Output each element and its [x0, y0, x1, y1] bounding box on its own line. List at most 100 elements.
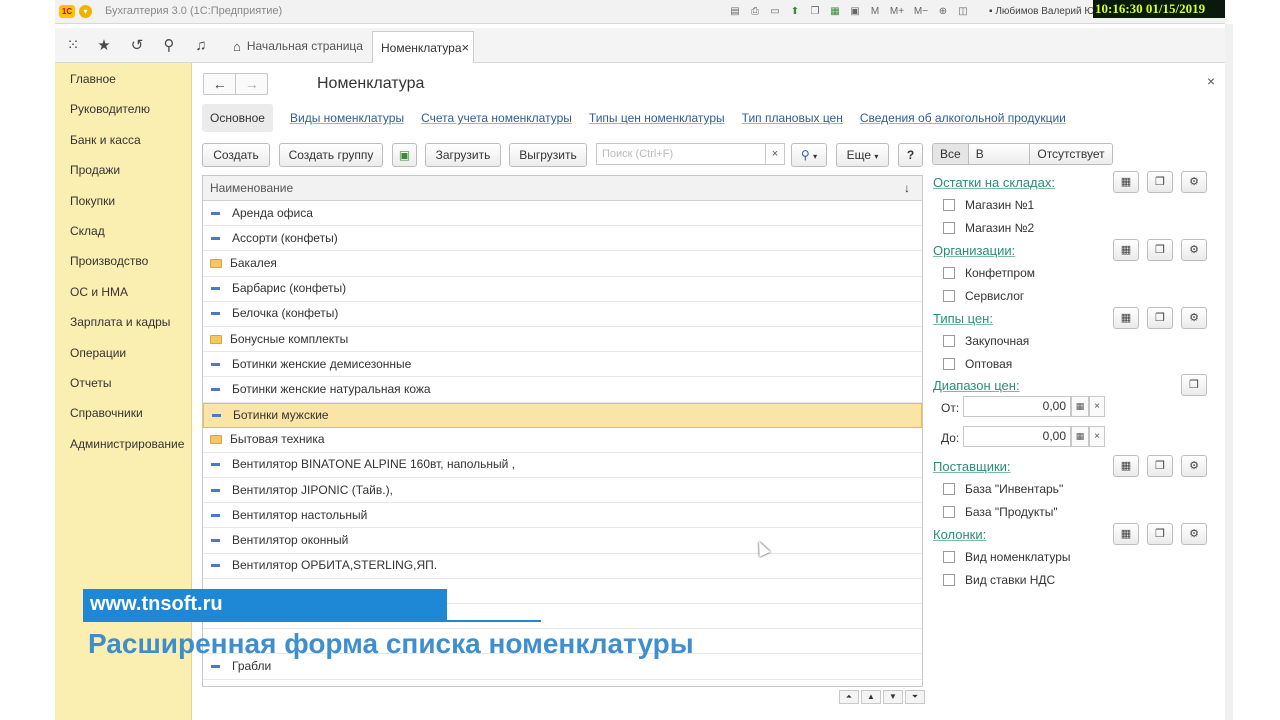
price-from-clear-icon[interactable]: ×: [1089, 396, 1105, 417]
link-plan-price-type[interactable]: Тип плановых цен: [742, 111, 843, 125]
orgs-copy-icon[interactable]: ❐: [1147, 239, 1173, 261]
back-arrow-icon[interactable]: ←: [204, 74, 235, 94]
sidebar-item-reports[interactable]: Отчеты: [55, 368, 191, 398]
search-options-button[interactable]: ⚲ ▾: [791, 143, 827, 167]
list-item[interactable]: Вентилятор BINATONE ALPINE 160вт, наполь…: [203, 453, 922, 479]
scroll-top-icon[interactable]: ⏶: [839, 690, 859, 704]
list-item[interactable]: Ботинки женские демисезонные: [203, 352, 922, 378]
suppliers-title[interactable]: Поставщики:: [933, 459, 1011, 474]
stock-option-1-checkbox[interactable]: [943, 199, 955, 211]
save-icon[interactable]: ▤: [727, 4, 743, 20]
stock-settings-gear-icon[interactable]: ⚙: [1181, 171, 1207, 193]
orgs-settings-gear-icon[interactable]: ⚙: [1181, 239, 1207, 261]
list-item[interactable]: Вентилятор JIPONIC (Тайв.),: [203, 478, 922, 504]
apps-grid-icon[interactable]: ⁙: [63, 36, 83, 56]
filter-all-button[interactable]: Все: [933, 144, 968, 164]
unload-button[interactable]: Выгрузить: [509, 143, 587, 167]
stock-select-icon[interactable]: ▦: [1113, 171, 1139, 193]
zoom-icon[interactable]: ⊕: [935, 4, 951, 20]
supplier-1-checkbox[interactable]: [943, 483, 955, 495]
list-item[interactable]: Вентилятор настольный: [203, 503, 922, 529]
supplier-2-checkbox[interactable]: [943, 506, 955, 518]
list-item[interactable]: Ассорти (конфеты): [203, 226, 922, 252]
list-item[interactable]: Бытовая техника: [203, 428, 922, 453]
notifications-bell-icon[interactable]: ♫: [191, 36, 211, 56]
sidebar-item-catalogs[interactable]: Справочники: [55, 398, 191, 428]
orgs-title[interactable]: Организации:: [933, 243, 1015, 258]
price-to-calc-icon[interactable]: ▦: [1071, 426, 1089, 447]
filter-available-button[interactable]: В наличии: [967, 144, 1030, 164]
sidebar-item-operations[interactable]: Операции: [55, 338, 191, 368]
price-types-select-icon[interactable]: ▦: [1113, 307, 1139, 329]
memory-button[interactable]: M: [867, 4, 883, 20]
tab-close-icon[interactable]: ×: [462, 40, 470, 55]
link-main[interactable]: Основное: [202, 104, 273, 132]
list-item[interactable]: Вентилятор ОРБИТА,STERLING,ЯП.: [203, 554, 922, 579]
tab-nomenclature[interactable]: Номенклатура ×: [372, 31, 474, 63]
list-item[interactable]: Барбарис (конфеты): [203, 277, 922, 302]
suppliers-copy-icon[interactable]: ❐: [1147, 455, 1173, 477]
memory-plus-button[interactable]: M+: [887, 4, 907, 20]
price-to-field[interactable]: 0,00: [963, 426, 1071, 447]
print-icon[interactable]: ⎙: [747, 4, 763, 20]
stock-copy-icon[interactable]: ❐: [1147, 171, 1173, 193]
columns-copy-icon[interactable]: ❐: [1147, 523, 1173, 545]
link-price-types[interactable]: Типы цен номенклатуры: [589, 111, 725, 125]
list-item[interactable]: Аренда офиса: [203, 201, 922, 227]
price-to-clear-icon[interactable]: ×: [1089, 426, 1105, 447]
price-types-settings-gear-icon[interactable]: ⚙: [1181, 307, 1207, 329]
sidebar-item-purchases[interactable]: Покупки: [55, 186, 191, 216]
sidebar-item-assets[interactable]: ОС и НМА: [55, 277, 191, 307]
price-type-1-checkbox[interactable]: [943, 335, 955, 347]
current-user[interactable]: ▪ Любимов Валерий Ю: [989, 6, 1094, 17]
sidebar-item-warehouse[interactable]: Склад: [55, 216, 191, 246]
form-close-icon[interactable]: ×: [1207, 73, 1215, 89]
scroll-down-icon[interactable]: ▼: [883, 690, 903, 704]
sidebar-item-salary[interactable]: Зарплата и кадры: [55, 307, 191, 337]
column-header-name[interactable]: Наименование ↓: [203, 176, 922, 201]
memory-minus-button[interactable]: M−: [911, 4, 931, 20]
preview-icon[interactable]: ▭: [767, 4, 783, 20]
load-button[interactable]: Загрузить: [425, 143, 501, 167]
upload-icon[interactable]: ⬆: [787, 4, 803, 20]
search-input[interactable]: Поиск (Ctrl+F): [596, 143, 766, 165]
price-from-field[interactable]: 0,00: [963, 396, 1071, 417]
more-button[interactable]: Еще ▾: [836, 143, 889, 167]
sidebar-item-sales[interactable]: Продажи: [55, 155, 191, 185]
price-range-copy-icon[interactable]: ❐: [1181, 374, 1207, 396]
suppliers-settings-gear-icon[interactable]: ⚙: [1181, 455, 1207, 477]
help-button[interactable]: ?: [898, 143, 923, 167]
excel-import-icon[interactable]: ▣: [392, 143, 417, 167]
link-nomenclature-kinds[interactable]: Виды номенклатуры: [290, 111, 404, 125]
sidebar-item-bank[interactable]: Банк и касса: [55, 125, 191, 155]
columns-settings-gear-icon[interactable]: ⚙: [1181, 523, 1207, 545]
stock-title[interactable]: Остатки на складах:: [933, 175, 1055, 190]
stock-option-2-checkbox[interactable]: [943, 222, 955, 234]
sidebar-item-production[interactable]: Производство: [55, 246, 191, 276]
search-icon[interactable]: ⚲: [159, 36, 179, 56]
orgs-option-2-checkbox[interactable]: [943, 290, 955, 302]
link-accounts[interactable]: Счета учета номенклатуры: [421, 111, 572, 125]
list-item[interactable]: Бонусные комплекты: [203, 327, 922, 353]
sidebar-item-admin[interactable]: Администрирование: [55, 429, 191, 459]
link-alcohol[interactable]: Сведения об алкогольной продукции: [860, 111, 1066, 125]
sort-down-icon[interactable]: ↓: [904, 176, 910, 201]
sidebar-item-manager[interactable]: Руководителю: [55, 94, 191, 124]
column-1-checkbox[interactable]: [943, 551, 955, 563]
sidebar-item-main[interactable]: Главное: [55, 64, 191, 94]
list-item[interactable]: Белочка (конфеты): [203, 302, 922, 327]
list-item[interactable]: Вентилятор оконный: [203, 528, 922, 554]
orgs-select-icon[interactable]: ▦: [1113, 239, 1139, 261]
list-item[interactable]: Ботинки женские натуральная кожа: [203, 377, 922, 403]
create-group-button[interactable]: Создать группу: [279, 143, 383, 167]
suppliers-select-icon[interactable]: ▦: [1113, 455, 1139, 477]
calendar-icon[interactable]: ▣: [847, 4, 863, 20]
scroll-up-icon[interactable]: ▲: [861, 690, 881, 704]
copy-icon[interactable]: ❐: [807, 4, 823, 20]
window-scrollbar[interactable]: [1225, 24, 1233, 720]
price-from-calc-icon[interactable]: ▦: [1071, 396, 1089, 417]
create-button[interactable]: Создать: [202, 143, 270, 167]
orgs-option-1-checkbox[interactable]: [943, 267, 955, 279]
list-item[interactable]: Бакалея: [203, 251, 922, 277]
column-2-checkbox[interactable]: [943, 574, 955, 586]
